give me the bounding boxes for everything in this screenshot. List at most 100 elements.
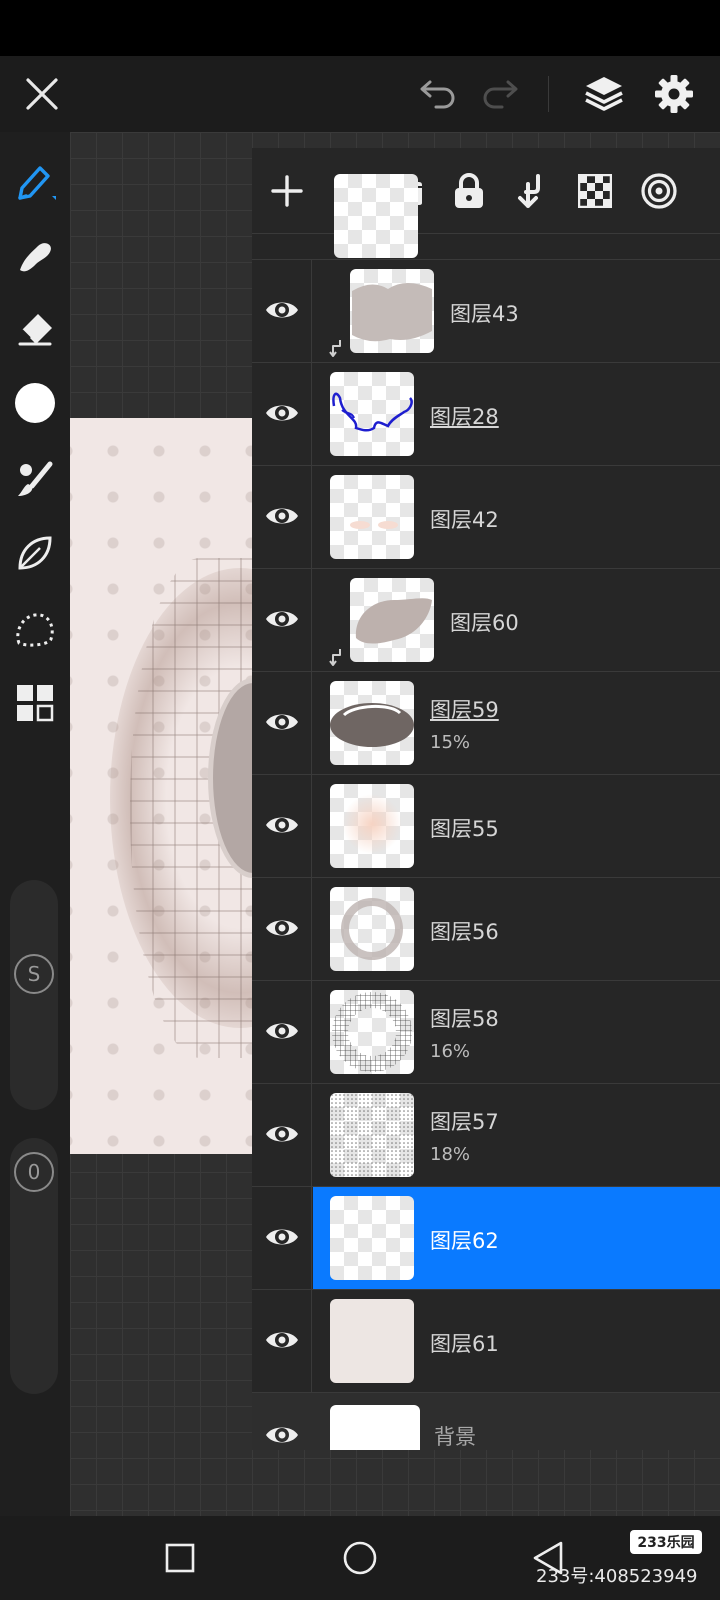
app-root: S 0 图层43 图层28 图层42 图层60 图层59 15% 图层55 图层…: [0, 0, 720, 1600]
layer-row[interactable]: 图层59 15%: [252, 672, 720, 775]
layer-thumbnail: [334, 174, 418, 258]
recents-button[interactable]: [158, 1536, 202, 1580]
gallery-icon: [17, 685, 54, 722]
brush-icon: [18, 461, 53, 496]
eye-icon[interactable]: [264, 296, 300, 324]
pencil-tool[interactable]: [10, 158, 60, 208]
layer-thumbnail: [330, 475, 414, 559]
close-button[interactable]: [18, 70, 66, 118]
settings-button[interactable]: [648, 68, 700, 120]
watermark-text: 233号:408523949: [536, 1566, 698, 1587]
eye-icon[interactable]: [264, 1017, 300, 1045]
layer-name: 图层59: [430, 698, 499, 722]
layer-opacity: 16%: [430, 1041, 471, 1062]
layer-opacity: 15%: [430, 732, 471, 753]
layer-row[interactable]: 图层61: [252, 1290, 720, 1393]
layers-button[interactable]: [578, 68, 630, 120]
smudge-tool[interactable]: [10, 232, 60, 282]
clip-arrow-icon: [329, 340, 341, 357]
visibility-column: [252, 466, 312, 568]
selection-icon: [16, 613, 54, 647]
fill-tool[interactable]: [10, 528, 60, 578]
brush-tool[interactable]: [10, 454, 60, 504]
layer-row[interactable]: 图层42: [252, 466, 720, 569]
background-layer-row[interactable]: 背景: [252, 1393, 720, 1450]
eye-icon[interactable]: [264, 811, 300, 839]
visibility-column: [252, 878, 312, 980]
clip-arrow-icon: [329, 649, 341, 666]
clip-icon: [518, 174, 540, 208]
visibility-column: [252, 775, 312, 877]
layer-row[interactable]: 图层57 18%: [252, 1084, 720, 1187]
background-layer-name: 背景: [434, 1425, 476, 1449]
eye-icon[interactable]: [264, 708, 300, 736]
transparency-icon: [578, 174, 612, 208]
layer-name: 图层57: [430, 1110, 499, 1134]
home-button[interactable]: [338, 1536, 382, 1580]
redo-button[interactable]: [476, 70, 524, 118]
alpha-lock-button[interactable]: [570, 166, 620, 216]
layer-thumbnail: [350, 578, 434, 662]
smudge-icon: [20, 243, 51, 272]
add-layer-button[interactable]: [262, 166, 312, 216]
layer-row[interactable]: 图层55: [252, 775, 720, 878]
square-icon: [165, 1543, 195, 1573]
layer-thumbnail: [330, 1299, 414, 1383]
eye-icon[interactable]: [264, 1223, 300, 1251]
layer-thumbnail: [330, 990, 414, 1074]
layer-name: 图层62: [430, 1229, 499, 1253]
layer-row[interactable]: 图层43: [252, 260, 720, 363]
eye-icon[interactable]: [264, 1326, 300, 1354]
layers-icon: [585, 77, 623, 111]
undo-button[interactable]: [414, 70, 462, 118]
visibility-column: [252, 1187, 312, 1289]
blend-mode-button[interactable]: [634, 166, 684, 216]
background-thumbnail: [330, 1405, 420, 1450]
layer-row[interactable]: 图层56: [252, 878, 720, 981]
opacity-slider-label: 0: [27, 1160, 41, 1184]
eye-icon[interactable]: [264, 502, 300, 530]
lock-layer-button[interactable]: [444, 166, 494, 216]
lasso-fill-icon: [18, 536, 52, 570]
layer-name: 图层28: [430, 405, 499, 429]
close-icon: [26, 78, 58, 110]
opacity-knob[interactable]: 0: [14, 1152, 54, 1192]
visibility-column: [252, 260, 312, 362]
eye-icon[interactable]: [264, 914, 300, 942]
visibility-column: [252, 363, 312, 465]
layer-row[interactable]: 图层28: [252, 363, 720, 466]
pencil-icon: [18, 166, 56, 200]
visibility-column: [252, 981, 312, 1083]
layer-row-selected[interactable]: 图层62: [252, 1187, 720, 1290]
toolbar-divider: [548, 76, 549, 112]
layer-name: 图层55: [430, 817, 499, 841]
layer-row-partial[interactable]: [252, 174, 720, 260]
layer-row[interactable]: 图层58 16%: [252, 981, 720, 1084]
layer-opacity: 18%: [430, 1144, 471, 1165]
artwork-canvas[interactable]: [70, 418, 254, 1154]
brush-size-slider[interactable]: [10, 880, 58, 1110]
eye-icon[interactable]: [264, 1120, 300, 1148]
layer-name: 图层58: [430, 1007, 499, 1031]
color-swatch[interactable]: [10, 378, 60, 428]
layer-name: 图层60: [450, 611, 519, 635]
eye-icon[interactable]: [264, 399, 300, 427]
layer-name: 图层56: [430, 920, 499, 944]
add-icon: [271, 175, 303, 207]
layer-thumbnail: [330, 1093, 414, 1177]
visibility-column: [252, 672, 312, 774]
eye-icon[interactable]: [264, 1421, 300, 1449]
layers-panel-header: [252, 148, 720, 234]
color-swatch-circle: [15, 383, 55, 423]
layer-thumbnail: [330, 372, 414, 456]
clipping-mask-button[interactable]: [506, 166, 556, 216]
gallery-tool[interactable]: [10, 678, 60, 728]
brush-size-knob[interactable]: S: [14, 954, 54, 994]
left-toolbar: S 0: [0, 132, 70, 1516]
blend-icon: [641, 173, 677, 209]
undo-icon: [420, 80, 455, 109]
layer-row[interactable]: 图层60: [252, 569, 720, 672]
selection-tool[interactable]: [10, 604, 60, 654]
eye-icon[interactable]: [264, 605, 300, 633]
eraser-tool[interactable]: [10, 304, 60, 354]
